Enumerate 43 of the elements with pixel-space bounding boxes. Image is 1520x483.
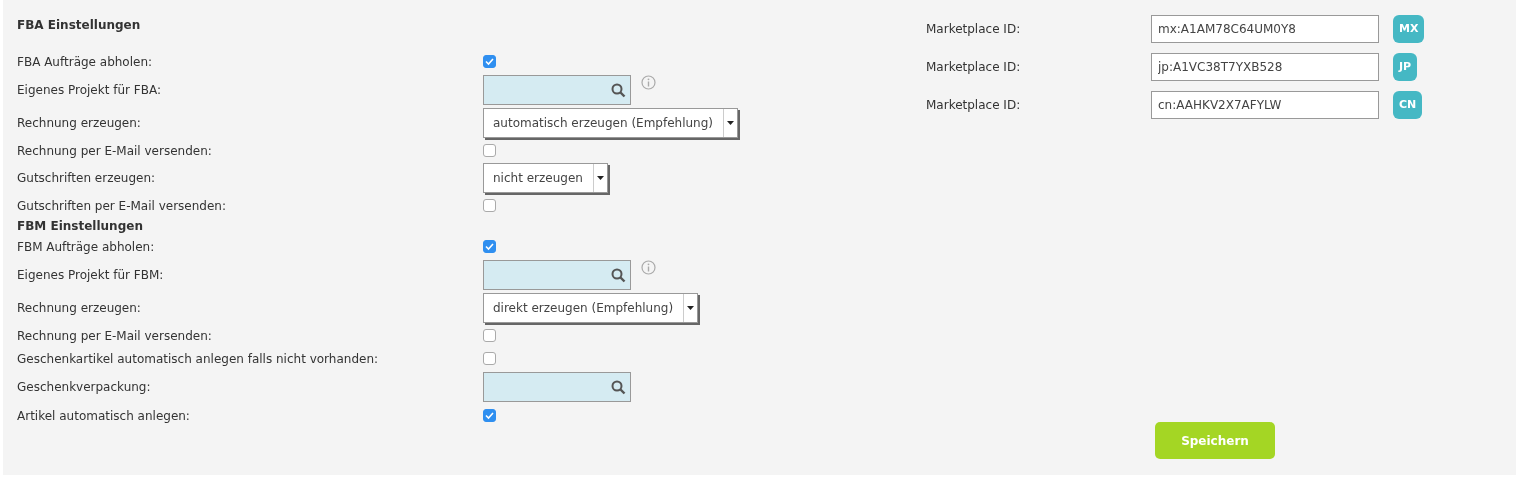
country-badge: MX bbox=[1393, 15, 1425, 43]
field-label: Rechnung per E-Mail versenden: bbox=[17, 142, 213, 159]
dropdown[interactable]: direkt erzeugen (Empfehlung) bbox=[483, 293, 699, 323]
field-label: Eigenes Projekt für FBM: bbox=[17, 267, 165, 283]
field-label: Marketplace ID: bbox=[926, 97, 1022, 114]
field-label: Gutschriften erzeugen: bbox=[17, 170, 157, 186]
field-label: Marketplace ID: bbox=[926, 21, 1022, 38]
marketplace-id-field[interactable]: jp:A1VC38T7YXB528 bbox=[1151, 53, 1379, 81]
search-icon bbox=[611, 267, 626, 283]
dropdown[interactable]: nicht erzeugen bbox=[483, 163, 608, 193]
search-field[interactable] bbox=[483, 260, 631, 290]
checkbox[interactable] bbox=[483, 329, 496, 342]
marketplace-id-field[interactable]: cn:AAHKV2X7AFYLW bbox=[1151, 91, 1379, 119]
dropdown[interactable]: automatisch erzeugen (Empfehlung) bbox=[483, 108, 738, 138]
marketplace-id-field[interactable]: mx:A1AM78C64UM0Y8 bbox=[1151, 15, 1379, 43]
country-badge: JP bbox=[1393, 53, 1418, 81]
caret-icon bbox=[727, 121, 734, 125]
caret-icon bbox=[596, 176, 604, 180]
field-label: Rechnung erzeugen: bbox=[17, 300, 142, 316]
search-icon bbox=[611, 379, 626, 395]
checkbox[interactable] bbox=[483, 409, 496, 422]
checkbox[interactable] bbox=[483, 240, 496, 253]
field-label: FBA Aufträge abholen: bbox=[17, 53, 154, 70]
section-heading: FBM Einstellungen bbox=[17, 218, 144, 235]
checkbox[interactable] bbox=[483, 144, 496, 157]
checkbox[interactable] bbox=[483, 55, 496, 68]
section-heading: FBA Einstellungen bbox=[17, 17, 142, 34]
caret-icon bbox=[687, 306, 695, 310]
country-badge: CN bbox=[1393, 91, 1423, 119]
search-field[interactable] bbox=[483, 75, 631, 105]
field-label: Rechnung erzeugen: bbox=[17, 115, 142, 131]
field-label: Gutschriften per E-Mail versenden: bbox=[17, 197, 227, 214]
search-field[interactable] bbox=[483, 372, 631, 402]
field-label: Marketplace ID: bbox=[926, 59, 1022, 76]
field-label: Eigenes Projekt für FBA: bbox=[17, 82, 162, 98]
field-label: FBM Aufträge abholen: bbox=[17, 238, 156, 255]
checkbox[interactable] bbox=[483, 352, 496, 365]
field-label: Rechnung per E-Mail versenden: bbox=[17, 327, 213, 344]
field-label: Geschenkverpackung: bbox=[17, 379, 152, 395]
checkbox[interactable] bbox=[483, 199, 496, 212]
search-icon bbox=[611, 82, 626, 98]
field-label: Geschenkartikel automatisch anlegen falls nicht vorhanden: bbox=[17, 350, 380, 367]
field-label: Artikel automatisch anlegen: bbox=[17, 407, 191, 424]
